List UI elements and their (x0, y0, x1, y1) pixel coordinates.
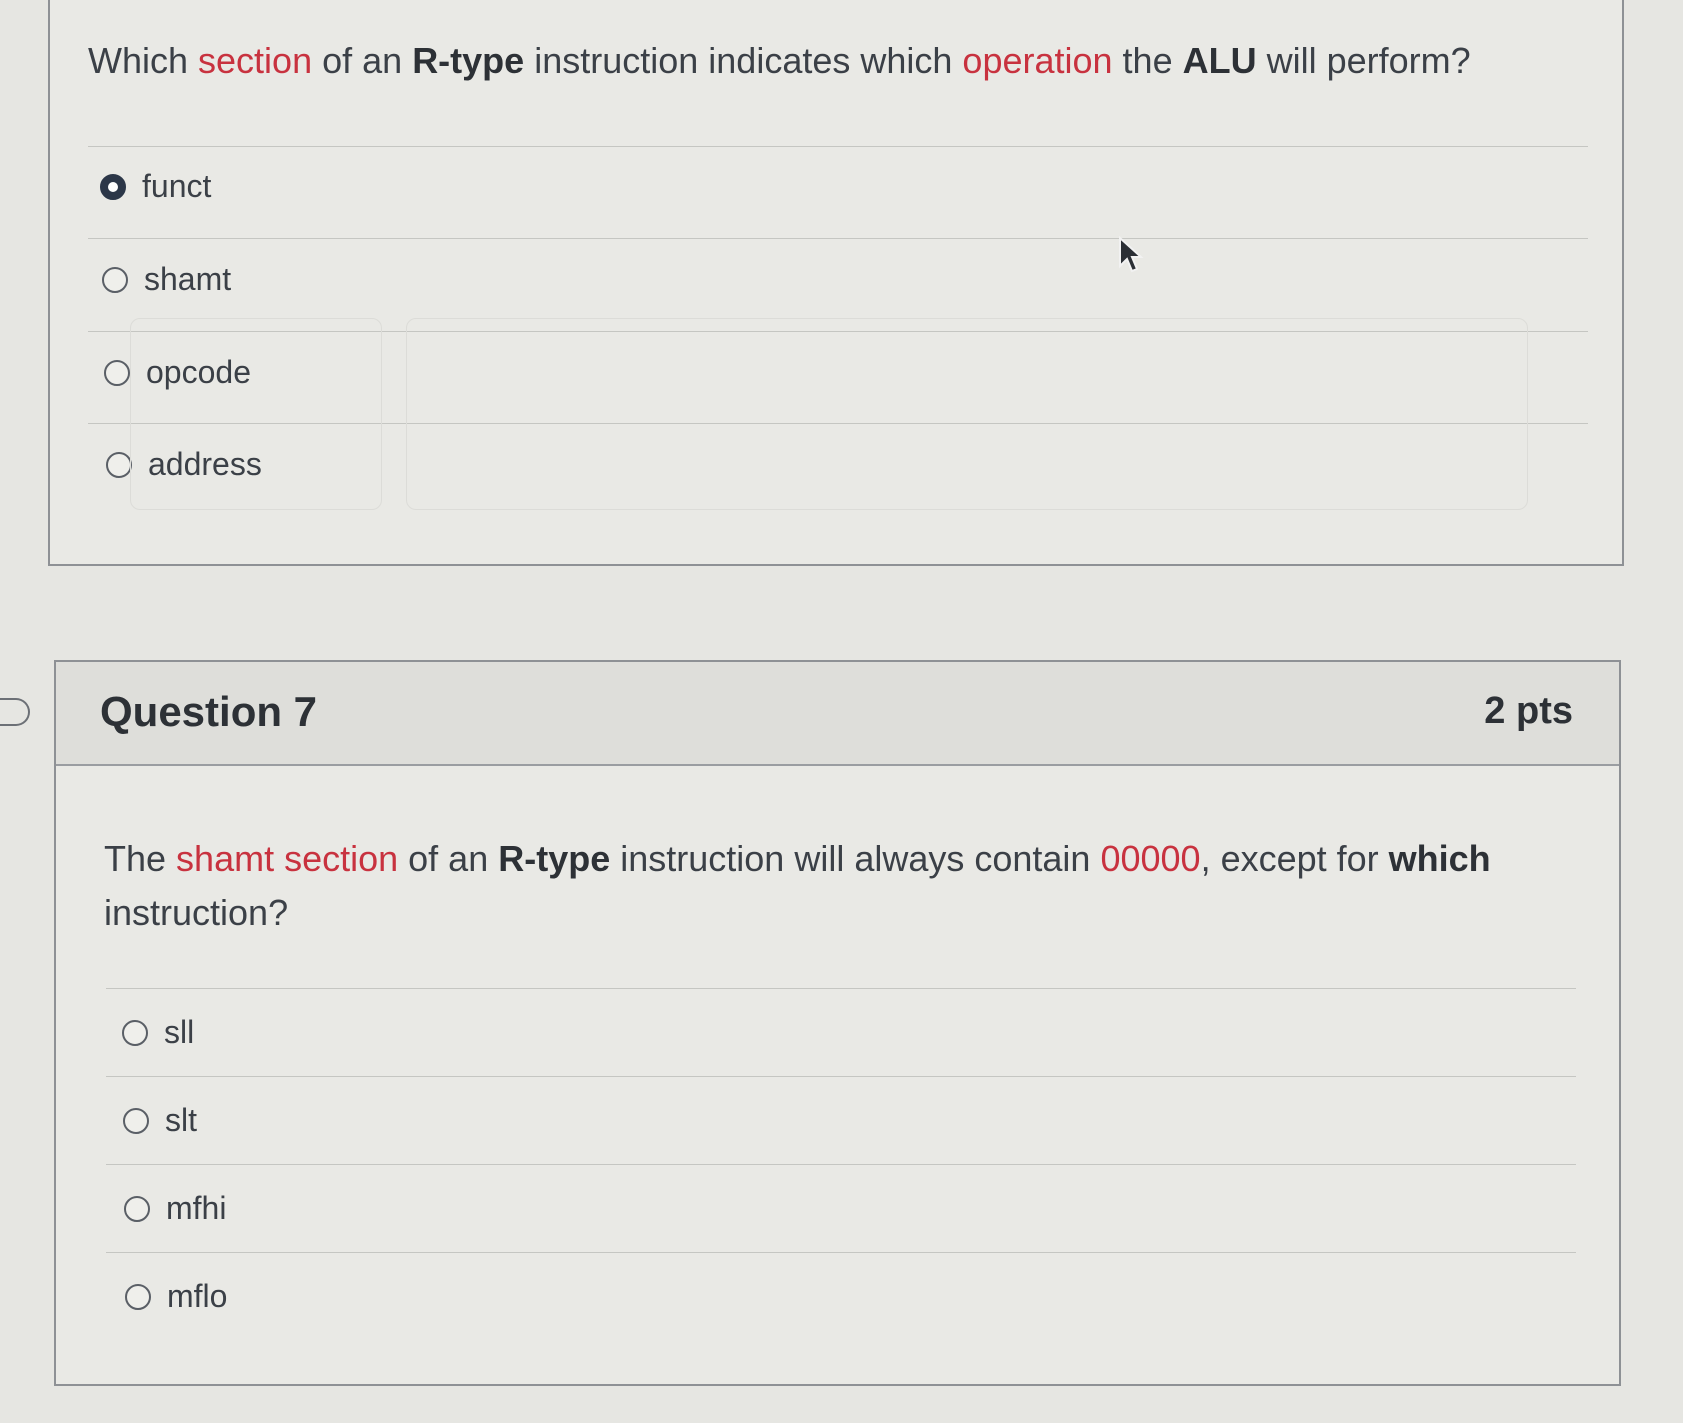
radio-button[interactable] (122, 1019, 148, 1046)
question-6-card: Which section of an R-type instruction i… (48, 0, 1624, 566)
question-6-text: Which section of an R-type instruction i… (88, 34, 1588, 88)
question-text-segment: section (198, 40, 313, 81)
answer-label: slt (165, 1102, 197, 1138)
question-text-segment: operation (962, 40, 1113, 81)
answer-label: mfhi (166, 1190, 227, 1226)
question-text-segment: 00000 (1100, 838, 1201, 879)
question-text-segment: instruction will always contain (610, 838, 1101, 879)
question-text-segment: will perform? (1256, 40, 1471, 81)
background-ghost (406, 318, 1528, 510)
radio-button[interactable] (124, 1195, 150, 1222)
question-text-segment: the (1112, 40, 1183, 81)
radio-button[interactable] (102, 266, 128, 293)
question-text-segment: shamt section (176, 838, 399, 879)
answer-divider (88, 146, 1588, 147)
question-text-segment: Which (88, 40, 199, 81)
radio-button[interactable] (100, 173, 126, 200)
answer-label: shamt (144, 261, 232, 297)
mouse-pointer-icon (1118, 235, 1144, 279)
radio-button[interactable] (106, 451, 132, 478)
question-text-segment: instruction? (104, 892, 289, 933)
answer-shamt[interactable]: shamt (102, 261, 231, 298)
answer-label: funct (142, 168, 212, 204)
answer-divider (106, 1252, 1576, 1253)
answer-sll[interactable]: sll (122, 1014, 194, 1051)
answer-divider (106, 1076, 1576, 1077)
question-7-card: Question 7 2 pts The shamt section of an… (54, 660, 1621, 1386)
question-points: 2 pts (1484, 690, 1573, 732)
answer-label: sll (164, 1014, 195, 1050)
question-text-segment: which (1388, 838, 1491, 879)
question-text-segment: , except for (1200, 838, 1389, 879)
answer-funct[interactable]: funct (100, 168, 211, 205)
answer-mflo[interactable]: mflo (125, 1278, 227, 1315)
answer-mfhi[interactable]: mfhi (124, 1190, 226, 1227)
question-text-segment: The (104, 838, 177, 879)
radio-button[interactable] (123, 1107, 149, 1134)
answer-label: mflo (167, 1278, 228, 1314)
answer-divider (106, 988, 1576, 989)
question-7-text: The shamt section of an R-type instructi… (104, 832, 1504, 940)
question-text-segment: R-type (498, 838, 611, 879)
question-text-segment: of an (312, 40, 413, 81)
answer-divider (88, 238, 1588, 239)
answer-slt[interactable]: slt (123, 1102, 197, 1139)
question-title: Question 7 (100, 688, 318, 735)
flag-question-icon[interactable] (0, 698, 30, 726)
question-text-segment: of an (398, 838, 499, 879)
question-text-segment: ALU (1182, 40, 1257, 81)
question-header: Question 7 2 pts (56, 662, 1619, 766)
background-ghost (130, 318, 382, 510)
question-text-segment: R-type (412, 40, 525, 81)
question-text-segment: instruction indicates which (524, 40, 963, 81)
answer-divider (106, 1164, 1576, 1165)
radio-button[interactable] (104, 359, 130, 386)
radio-button[interactable] (125, 1283, 151, 1310)
